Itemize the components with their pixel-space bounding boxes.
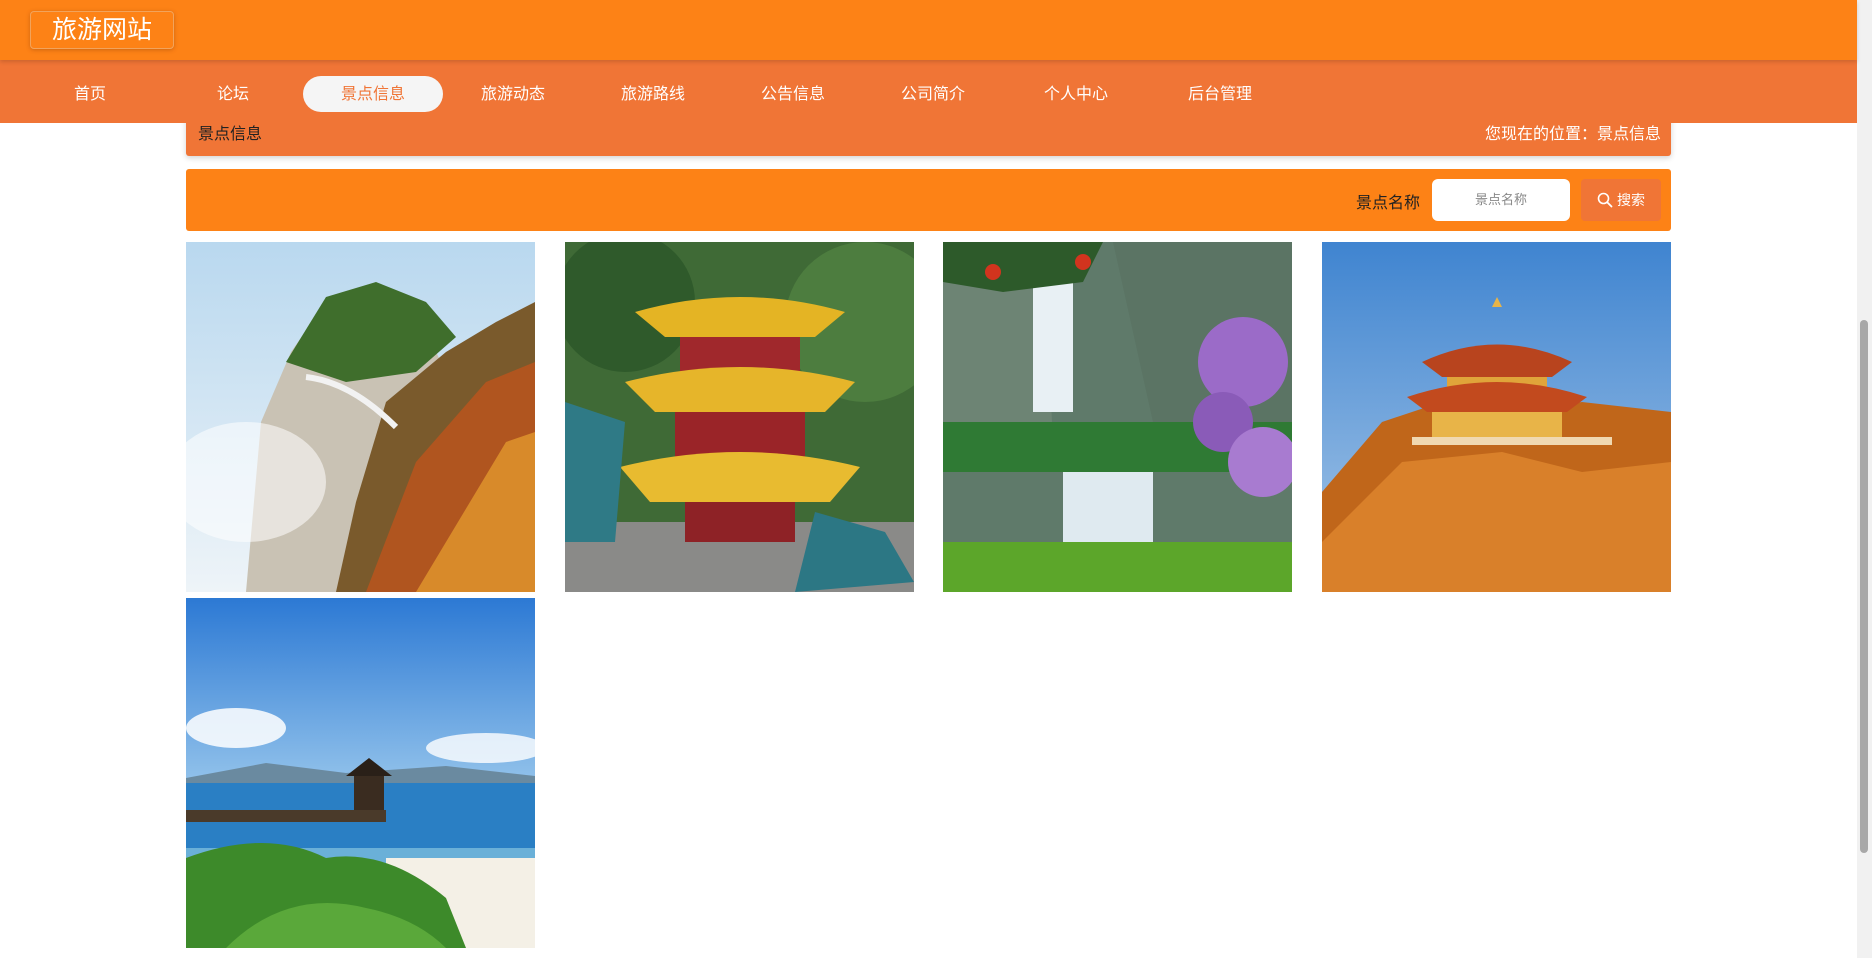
- top-header: 旅游网站: [0, 0, 1857, 60]
- site-title[interactable]: 旅游网站: [30, 11, 174, 49]
- nav-item-home[interactable]: 首页: [20, 76, 160, 112]
- search-button-label: 搜索: [1617, 193, 1645, 209]
- yellow-crane-tower-photo: [565, 242, 914, 592]
- nav-item-user-center[interactable]: 个人中心: [1006, 76, 1146, 112]
- nav-item-travel-news[interactable]: 旅游动态: [443, 76, 583, 112]
- nav-item-forum[interactable]: 论坛: [163, 76, 303, 112]
- waterfall-valley-photo: [943, 242, 1292, 592]
- attraction-card-1[interactable]: [186, 242, 535, 592]
- nav-item-admin[interactable]: 后台管理: [1150, 76, 1290, 112]
- search-input[interactable]: [1432, 179, 1570, 221]
- attraction-card-5[interactable]: [186, 598, 535, 948]
- current-position: 您现在的位置：景点信息: [1484, 124, 1661, 143]
- scrollbar-thumb[interactable]: [1860, 320, 1868, 853]
- attraction-card-2[interactable]: [565, 242, 914, 592]
- main-nav: 首页 论坛 景点信息 旅游动态 旅游路线 公告信息 公司简介 个人中心 后台管理: [0, 60, 1857, 123]
- nav-item-company-intro[interactable]: 公司简介: [863, 76, 1003, 112]
- mountain-cliff-plank-road-photo: [186, 242, 535, 592]
- search-icon: [1597, 192, 1613, 208]
- attraction-card-4[interactable]: [1322, 242, 1671, 592]
- search-button[interactable]: 搜索: [1581, 179, 1661, 221]
- search-bar: 景点名称 搜索: [186, 169, 1671, 231]
- search-label: 景点名称: [1356, 193, 1421, 212]
- nav-item-attractions[interactable]: 景点信息: [303, 76, 443, 112]
- nav-item-travel-routes[interactable]: 旅游路线: [583, 76, 723, 112]
- attraction-card-3[interactable]: [943, 242, 1292, 592]
- seaside-pier-pavilion-photo: [186, 598, 535, 948]
- golden-summit-temple-photo: [1322, 242, 1671, 592]
- nav-item-announcements[interactable]: 公告信息: [723, 76, 863, 112]
- page-title: 景点信息: [198, 124, 263, 143]
